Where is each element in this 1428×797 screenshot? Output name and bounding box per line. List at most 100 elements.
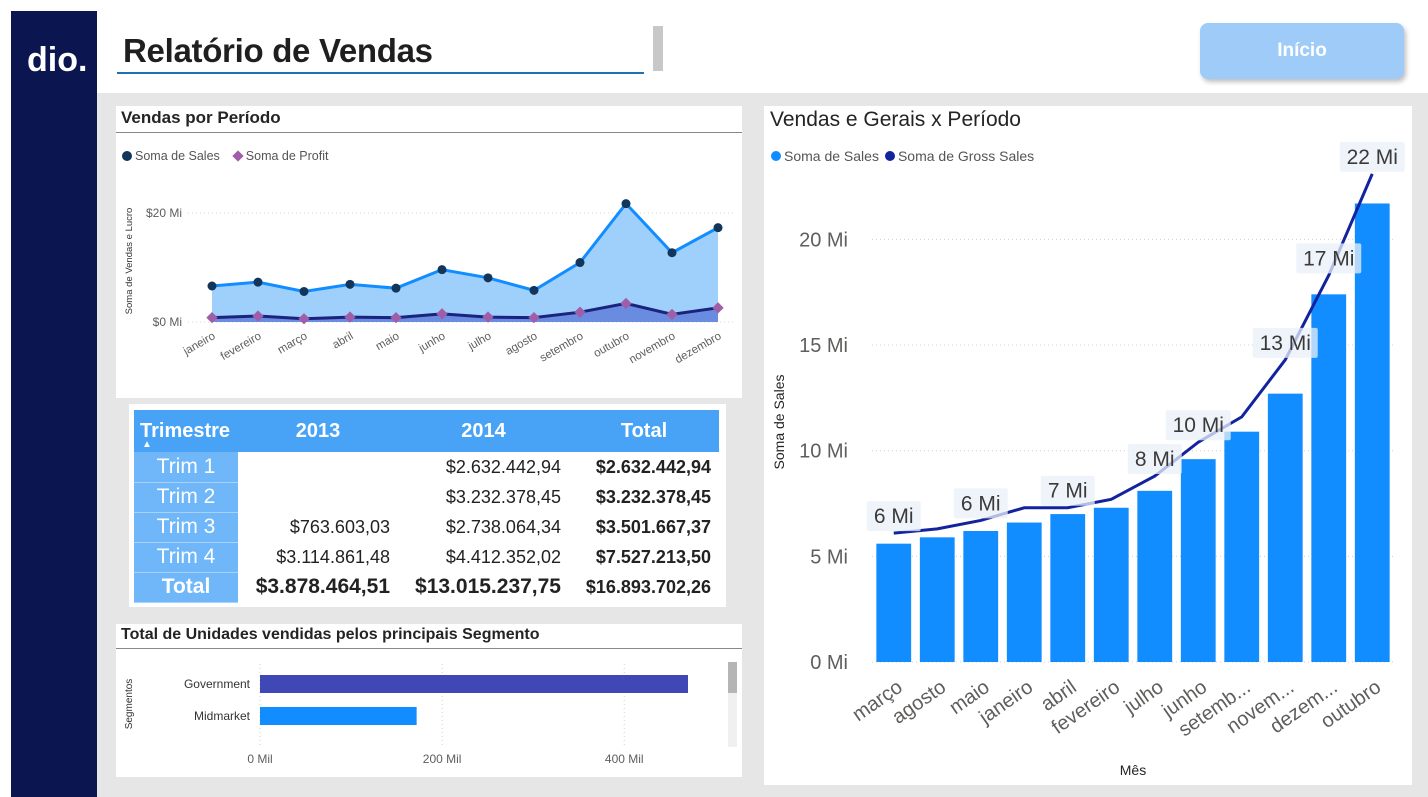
grand-total: $16.893.702,26 [585, 576, 711, 597]
data-label: 7 Mi [1048, 480, 1088, 503]
x-tick-label: junho [416, 330, 447, 355]
x-axis-label: Mês [1120, 762, 1146, 778]
dio-logo: dio. [27, 41, 87, 79]
sales-point [391, 283, 401, 293]
sales-bar [919, 537, 955, 662]
y-tick-label: $20 Mi [146, 206, 182, 220]
y-tick-label: 0 Mi [810, 652, 848, 674]
sales-bar [1180, 459, 1216, 662]
sales-bar [1050, 514, 1086, 662]
home-button[interactable]: Início [1200, 23, 1404, 79]
total-label: Total [134, 572, 238, 603]
y-tick-label: 20 Mi [799, 229, 848, 251]
x-tick-label: setembro [538, 330, 586, 364]
sales-point [253, 277, 263, 287]
data-label: 6 Mi [874, 505, 914, 528]
scrollbar-track[interactable] [728, 662, 737, 747]
x-tick-label: 200 Mil [423, 752, 462, 766]
table-row[interactable]: Trim 1 $2.632.442,94 $2.632.442,94 [134, 452, 719, 483]
total-2013: $3.878.464,51 [255, 575, 390, 598]
header-2014[interactable]: 2014 [398, 410, 569, 452]
cell-total: $2.632.442,94 [595, 456, 711, 477]
scrollbar-thumb[interactable] [728, 662, 737, 693]
x-tick-label: 400 Mil [605, 752, 644, 766]
y-axis-label: Soma de Sales [771, 375, 787, 470]
sales-point [575, 258, 585, 268]
y-axis-label: Soma de Vendas e Lucro [124, 208, 135, 315]
page-title: Relatório de Vendas [123, 32, 433, 69]
table-row[interactable]: Trim 4 $3.114.861,48 $4.412.352,02 $7.52… [134, 542, 719, 573]
x-tick-label: 0 Mil [247, 752, 272, 766]
data-label: 22 Mi [1347, 146, 1398, 169]
x-tick-label: outubro [592, 330, 632, 360]
data-label: 13 Mi [1260, 332, 1311, 355]
y-tick-label: Midmarket [194, 709, 251, 723]
y-axis-label: Segmentos [124, 679, 135, 730]
segment-bar [260, 707, 417, 725]
data-label: 17 Mi [1303, 247, 1354, 270]
data-label: 10 Mi [1173, 414, 1224, 437]
x-tick-label: julho [466, 330, 494, 353]
sales-point [621, 199, 631, 209]
cell-2013 [238, 452, 398, 482]
data-label: 8 Mi [1135, 448, 1175, 471]
period-chart-panel[interactable]: Vendas por Período Soma de Sales Soma de… [116, 106, 742, 398]
header-divider [653, 26, 663, 71]
cell-2013 [238, 482, 398, 512]
header-quarter-label: Trimestre [140, 419, 231, 442]
cell-2014: $2.632.442,94 [445, 456, 561, 477]
sales-bar [1093, 507, 1129, 662]
x-tick-label: julho [1120, 676, 1168, 719]
data-label: 6 Mi [961, 492, 1001, 515]
cell-2014: $3.232.378,45 [445, 486, 561, 507]
trend-chart-panel[interactable]: Vendas e Gerais x Período Soma de Sales … [764, 106, 1412, 785]
y-tick-label: 10 Mi [799, 441, 848, 463]
x-tick-label: abril [331, 330, 356, 351]
header-quarter[interactable]: Trimestre ▲ [134, 410, 238, 452]
y-tick-label: 15 Mi [799, 335, 848, 357]
total-2014: $13.015.237,75 [415, 575, 561, 598]
sales-bar [1006, 522, 1042, 662]
row-label: Trim 4 [134, 542, 238, 573]
x-tick-label: agosto [504, 330, 540, 358]
x-tick-label: maio [374, 330, 402, 353]
sales-bar [1224, 431, 1260, 662]
title-underline [117, 72, 644, 74]
row-label: Trim 3 [134, 512, 238, 543]
sales-bar [876, 543, 912, 662]
cell-2014: $2.738.064,34 [445, 516, 561, 537]
table-row[interactable]: Trim 3 $763.603,03 $2.738.064,34 $3.501.… [134, 512, 719, 543]
table-total-row[interactable]: Total $3.878.464,51 $13.015.237,75 $16.8… [134, 572, 719, 603]
segment-chart-panel[interactable]: Total de Unidades vendidas pelos princip… [116, 624, 742, 777]
sales-point [207, 281, 217, 291]
sidebar: dio. [11, 11, 97, 797]
cell-2013: $3.114.861,48 [276, 546, 390, 567]
triangle-up-icon: ▲ [142, 439, 152, 450]
svg-text:dio.: dio. [27, 41, 87, 79]
row-label: Trim 1 [134, 452, 238, 483]
row-label: Trim 2 [134, 482, 238, 513]
sales-point [713, 223, 723, 233]
segment-bar [260, 675, 688, 693]
sales-point [483, 273, 493, 283]
x-tick-label: janeiro [181, 330, 218, 358]
x-tick-label: dezembro [673, 330, 723, 366]
trend-chart-plot: 0 Mi 5 Mi 10 Mi 15 Mi 20 Mi Soma de Sales Mês 6… [771, 141, 1405, 778]
cell-total: $3.501.667,37 [595, 516, 711, 537]
period-chart-plot: $0 Mi $20 Mi Soma de Vendas e Lucro janeiro… [124, 199, 736, 366]
quarter-table: Trimestre ▲ 2013 2014 Total Trim 1 $2.63… [134, 410, 719, 603]
x-tick-label: março [276, 330, 310, 356]
sales-point [299, 286, 309, 296]
header-2013[interactable]: 2013 [238, 410, 398, 452]
y-tick-label: $0 Mi [153, 315, 182, 329]
x-tick-label: fevereiro [219, 330, 264, 363]
cell-2013: $763.603,03 [289, 516, 390, 537]
y-tick-label: 5 Mi [810, 546, 848, 568]
y-tick-label: Government [184, 677, 251, 691]
table-row[interactable]: Trim 2 $3.232.378,45 $3.232.378,45 [134, 482, 719, 513]
table-header-row: Trimestre ▲ 2013 2014 Total [134, 410, 719, 452]
header-total[interactable]: Total [569, 410, 719, 452]
sales-point [345, 279, 355, 289]
sales-bar [1137, 490, 1173, 662]
cell-2014: $4.412.352,02 [445, 546, 561, 567]
